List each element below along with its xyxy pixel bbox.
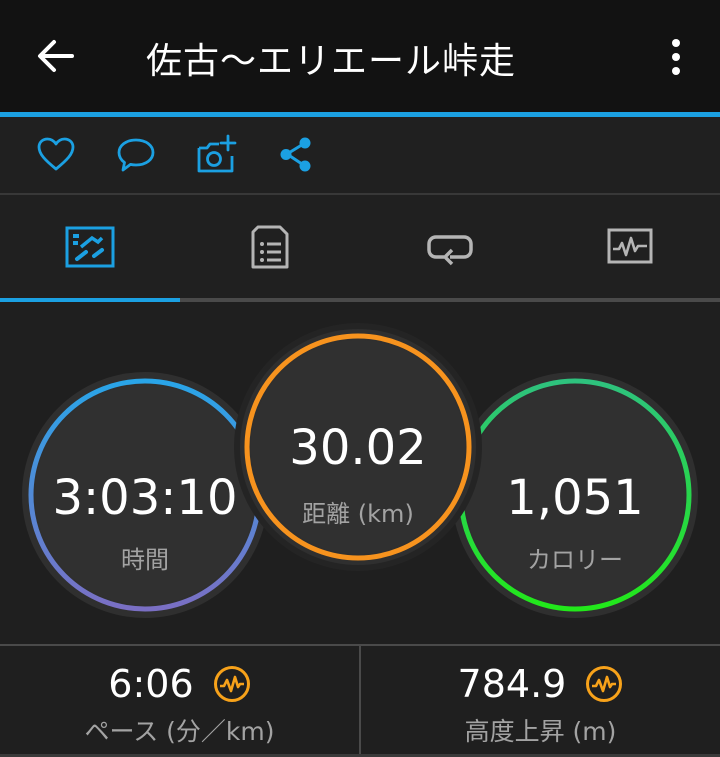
pace-label: ペース (分／km): [84, 717, 275, 746]
stats-row: 6:06 ペース (分／km) 784.9 高度上昇 (m): [0, 644, 720, 757]
more-vertical-icon[interactable]: [664, 38, 688, 78]
elevation-label: 高度上昇 (m): [464, 717, 617, 746]
calories-label: カロリー: [527, 546, 623, 574]
summary-gauges: 3:03:10 時間 1,051 カロリー 30.02 距離 (km): [0, 302, 720, 644]
distance-value: 30.02: [289, 420, 427, 476]
overview-icon: [65, 226, 115, 268]
calories-gauge: 1,051 カロリー: [450, 370, 700, 620]
pace-value: 6:06: [108, 662, 194, 706]
arrow-left-icon[interactable]: [36, 38, 76, 74]
share-icon[interactable]: [275, 134, 317, 176]
action-row: [0, 117, 720, 193]
heart-icon[interactable]: [35, 134, 77, 176]
pace-stat[interactable]: 6:06 ペース (分／km): [0, 646, 359, 754]
tab-charts[interactable]: [540, 195, 720, 298]
page-title: 佐古〜エリエール峠走: [146, 41, 517, 82]
add-photo-icon[interactable]: [195, 134, 237, 176]
tab-details[interactable]: [180, 195, 360, 298]
elevation-stat[interactable]: 784.9 高度上昇 (m): [361, 646, 720, 754]
app-bar: 佐古〜エリエール峠走: [0, 0, 720, 112]
tab-laps[interactable]: [360, 195, 540, 298]
elevation-value: 784.9: [457, 662, 567, 706]
charts-icon: [607, 228, 653, 264]
heart-rate-badge-icon: [586, 666, 623, 702]
calories-value: 1,051: [506, 470, 644, 526]
heart-rate-badge-icon: [213, 666, 250, 702]
tab-bar: [0, 195, 720, 298]
tab-overview[interactable]: [0, 195, 180, 298]
distance-label: 距離 (km): [302, 500, 414, 528]
distance-gauge: 30.02 距離 (km): [233, 322, 483, 572]
laps-icon: [427, 235, 473, 266]
comment-icon[interactable]: [115, 134, 157, 176]
details-icon: [251, 225, 289, 269]
